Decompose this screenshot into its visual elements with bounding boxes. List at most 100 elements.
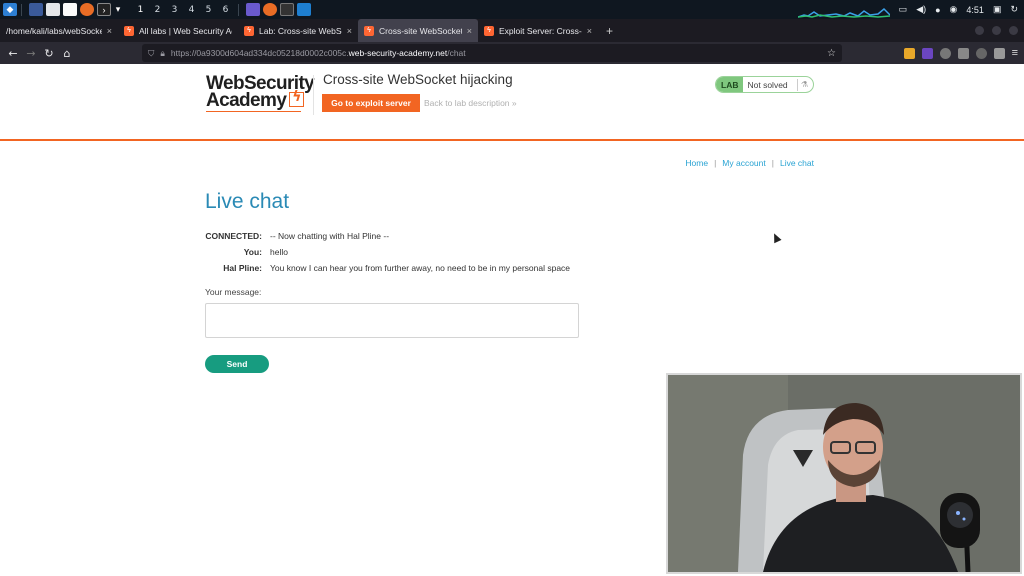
burp-icon[interactable] [246, 3, 260, 16]
chevron-down-icon[interactable]: ▾ [114, 3, 122, 16]
lab-title: Cross-site WebSocket hijacking [323, 72, 513, 87]
menu-icon[interactable]: ≡ [1012, 47, 1018, 59]
tab-exploit-server[interactable]: ϟ Exploit Server: Cross-site × [478, 19, 598, 42]
nav-home-link[interactable]: Home [685, 158, 708, 168]
lab-header: WebSecurity Academy Cross-site WebSocket… [0, 64, 1024, 141]
kali-menu-icon[interactable]: ◆ [3, 3, 17, 16]
window-icon[interactable]: ▭ [899, 4, 908, 15]
workspace-1[interactable]: 1 [132, 5, 149, 15]
new-tab-icon[interactable]: + [606, 24, 613, 38]
firefox-window-icon[interactable] [263, 3, 277, 16]
bookmark-star-icon[interactable]: ☆ [827, 48, 836, 59]
chat-text: -- Now chatting with Hal Pline -- [270, 231, 390, 241]
nav-separator: | [714, 158, 717, 168]
logo-line-2: Academy [206, 89, 314, 110]
nav-separator: | [771, 158, 774, 168]
chat-text: You know I can hear you from further awa… [270, 263, 571, 273]
close-window-icon[interactable] [1009, 26, 1018, 35]
power-icon[interactable]: ◉ [950, 4, 958, 15]
logo-underline [206, 110, 301, 112]
window-controls [975, 26, 1018, 35]
presenter-video [668, 375, 1020, 572]
minimize-icon[interactable] [975, 26, 984, 35]
tab-title: All labs | Web Security Ac [139, 25, 232, 36]
chat-message: You: hello [205, 244, 570, 260]
workspace-6[interactable]: 6 [217, 5, 234, 15]
chat-log: CONNECTED: -- Now chatting with Hal Plin… [205, 228, 570, 276]
foxyproxy-icon[interactable] [903, 47, 915, 59]
lock-icon[interactable]: ▣ [993, 4, 1002, 15]
tab-file-browser[interactable]: /home/kali/labs/webSockets × [0, 19, 118, 42]
webcam-overlay [666, 373, 1022, 574]
browser-tab-bar: /home/kali/labs/webSockets × ϟ All labs … [0, 19, 1024, 42]
chat-sender: Hal Pline: [223, 263, 262, 273]
nav-live-chat-link[interactable]: Live chat [780, 158, 814, 168]
vscode-icon[interactable] [297, 3, 311, 16]
mouse-cursor-icon [770, 231, 782, 244]
workspace-4[interactable]: 4 [183, 5, 200, 15]
workspace-switcher: 1 2 3 4 5 6 [132, 5, 234, 15]
maximize-icon[interactable] [992, 26, 1001, 35]
lab-label: LAB [716, 77, 744, 92]
workspace-2[interactable]: 2 [149, 5, 166, 15]
url-text: https://0a9300d604ad334dc05218d0002c005c… [171, 48, 466, 58]
text-editor-icon[interactable] [63, 3, 77, 16]
close-icon[interactable]: × [107, 26, 112, 36]
account-icon[interactable] [939, 47, 951, 59]
chat-sender: CONNECTED: [205, 231, 262, 241]
terminal-icon[interactable]: › [97, 3, 111, 16]
reload-icon[interactable]: ↻ [40, 47, 58, 60]
portswigger-favicon-icon: ϟ [244, 25, 254, 36]
extension-icon[interactable] [921, 47, 933, 59]
home-icon[interactable]: ⌂ [58, 47, 76, 60]
web-security-academy-logo[interactable]: WebSecurity Academy [206, 74, 315, 112]
tab-all-labs[interactable]: ϟ All labs | Web Security Ac [118, 19, 238, 42]
terminal-window-icon[interactable] [280, 3, 294, 16]
close-icon[interactable]: × [467, 26, 472, 36]
header-divider [313, 75, 314, 115]
workspace-5[interactable]: 5 [200, 5, 217, 15]
workspace-3[interactable]: 3 [166, 5, 183, 15]
back-to-description-link[interactable]: Back to lab description » [424, 98, 517, 108]
nav-my-account-link[interactable]: My account [722, 158, 765, 168]
tab-title: Lab: Cross-site WebSocke [259, 25, 342, 36]
chat-message: CONNECTED: -- Now chatting with Hal Plin… [205, 228, 570, 244]
close-icon[interactable]: × [347, 26, 352, 36]
firefox-icon[interactable] [80, 3, 94, 16]
notification-bell-icon[interactable]: ● [935, 5, 940, 15]
url-bar[interactable]: ⛉ 🔒︎ https://0a9300d604ad334dc05218d0002… [142, 44, 842, 62]
pocket-icon[interactable] [975, 47, 987, 59]
portswigger-favicon-icon: ϟ [124, 25, 134, 36]
exploit-server-button[interactable]: Go to exploit server [322, 94, 420, 112]
clock: 4:51 [966, 4, 984, 15]
lab-status-badge: LAB Not solved ⚗ [715, 76, 814, 93]
url-prefix: https://0a9300d604ad334dc05218d0002c005c… [170, 48, 349, 58]
portswigger-favicon-icon: ϟ [364, 25, 374, 36]
tab-lab-description[interactable]: ϟ Lab: Cross-site WebSocke × [238, 19, 358, 42]
desktop-icon[interactable] [29, 3, 43, 16]
chat-message: Hal Pline: You know I can hear you from … [205, 260, 570, 276]
close-icon[interactable]: × [587, 26, 592, 36]
message-input[interactable] [205, 303, 579, 338]
shield-icon[interactable]: ⛉ [148, 48, 154, 59]
file-manager-icon[interactable] [46, 3, 60, 16]
lightning-icon [289, 89, 305, 107]
refresh-icon[interactable]: ↻ [1010, 4, 1018, 15]
tab-live-chat[interactable]: ϟ Cross-site WebSocket hij × [358, 19, 478, 42]
volume-icon[interactable]: ◀) [916, 4, 926, 15]
browser-nav-bar: ← → ↻ ⌂ ⛉ 🔒︎ https://0a9300d604ad334dc05… [0, 42, 1024, 64]
tab-title: Exploit Server: Cross-site [499, 25, 582, 36]
settings-icon[interactable] [957, 47, 969, 59]
chat-sender: You: [243, 247, 262, 257]
send-button[interactable]: Send [205, 355, 269, 373]
url-domain: web-security-academy.net [348, 48, 448, 58]
back-icon[interactable]: ← [4, 47, 22, 60]
page-title: Live chat [205, 190, 290, 213]
chevron-right-icon: » [511, 98, 517, 108]
tab-title: Cross-site WebSocket hij [379, 25, 462, 36]
taskbar-separator [238, 3, 239, 16]
wrench-icon[interactable] [993, 47, 1005, 59]
forward-icon[interactable]: → [22, 47, 40, 60]
lock-icon[interactable]: 🔒︎ [160, 48, 165, 59]
flask-icon: ⚗ [797, 78, 811, 91]
